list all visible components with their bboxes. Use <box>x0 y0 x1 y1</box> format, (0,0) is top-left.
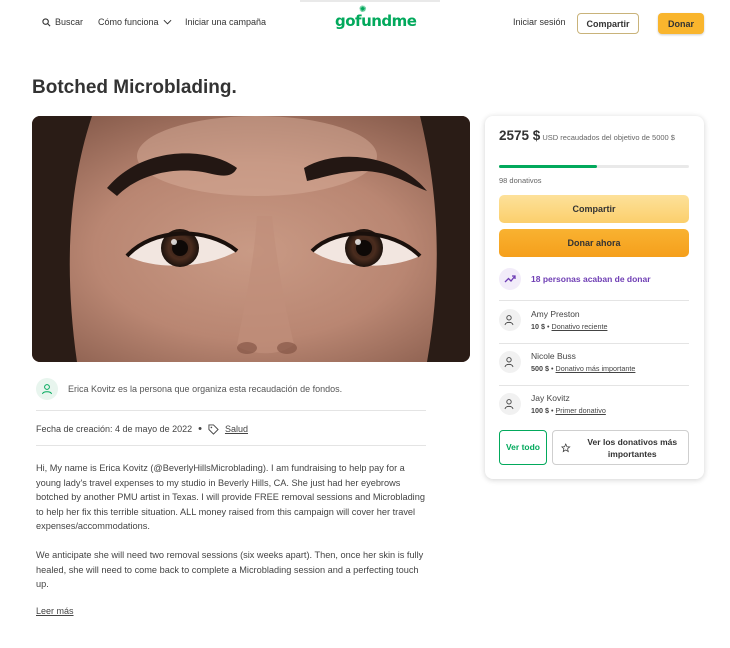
campaign-meta: Fecha de creación: 4 de mayo de 2022 • S… <box>36 423 248 435</box>
trend-badge <box>499 268 521 290</box>
share-button[interactable]: Compartir <box>499 195 689 223</box>
progress-bar <box>499 165 689 168</box>
search-label: Buscar <box>55 17 84 27</box>
user-heart-icon <box>504 399 514 410</box>
donor-avatar <box>499 309 521 331</box>
donor-amount: 10 $ <box>531 322 545 331</box>
goal-text: USD recaudados del objetivo de 5000 $ <box>542 133 675 142</box>
campaign-hero-image[interactable] <box>32 116 470 362</box>
donor-tag: Donativo más importante <box>555 364 636 373</box>
how-it-works-menu[interactable]: Cómo funciona <box>98 17 172 27</box>
organizer-row: Erica Kovitz es la persona que organiza … <box>36 378 342 400</box>
divider <box>499 300 689 301</box>
header-share-button[interactable]: Compartir <box>577 13 639 34</box>
donor-item: Amy Preston 10 $ • Donativo reciente <box>499 309 607 331</box>
recent-donations[interactable]: 18 personas acaban de donar <box>499 268 651 290</box>
header-donate-button[interactable]: Donar <box>658 13 704 34</box>
page-title: Botched Microblading. <box>32 77 237 98</box>
read-more-link[interactable]: Leer más <box>36 606 74 616</box>
tag-icon <box>208 423 219 435</box>
story-paragraph: We anticipate she will need two removal … <box>36 550 424 589</box>
chevron-down-icon <box>163 19 171 25</box>
donations-count: 98 donativos <box>499 176 542 185</box>
divider <box>499 385 689 386</box>
divider <box>36 410 426 411</box>
top-navigation: Buscar Cómo funciona Iniciar una campaña… <box>0 0 730 48</box>
logo-sprout-icon: ✺ <box>359 5 367 15</box>
donor-item: Nicole Buss 500 $ • Donativo más importa… <box>499 351 635 373</box>
donation-card: 2575 $ USD recaudados del objetivo de 50… <box>485 116 704 479</box>
user-heart-icon <box>504 315 514 326</box>
donor-amount: 100 $ <box>531 406 549 415</box>
amount-raised: 2575 $ <box>499 128 541 143</box>
user-icon <box>42 384 52 395</box>
donor-detail: 100 $ • Primer donativo <box>531 406 606 415</box>
donor-item: Jay Kovitz 100 $ • Primer donativo <box>499 393 606 415</box>
campaign-story: Hi, My name is Erica Kovitz (@BeverlyHil… <box>36 461 428 606</box>
donor-tag: Primer donativo <box>555 406 606 415</box>
donor-avatar <box>499 393 521 415</box>
divider <box>499 343 689 344</box>
donor-name: Jay Kovitz <box>531 393 570 403</box>
start-campaign-link[interactable]: Iniciar una campaña <box>185 17 266 27</box>
donor-detail: 10 $ • Donativo reciente <box>531 322 607 331</box>
divider <box>36 445 426 446</box>
see-top-donations-button[interactable]: Ver los donativos más importantes <box>552 430 689 465</box>
login-label: Iniciar sesión <box>513 17 566 27</box>
donor-amount: 500 $ <box>531 364 549 373</box>
organizer-text: Erica Kovitz es la persona que organiza … <box>68 384 343 394</box>
donor-name: Nicole Buss <box>531 351 576 361</box>
donor-detail: 500 $ • Donativo más importante <box>531 364 635 373</box>
donor-avatar <box>499 351 521 373</box>
user-heart-icon <box>504 357 514 368</box>
campaign-photo <box>32 116 470 362</box>
created-date: Fecha de creación: 4 de mayo de 2022 <box>36 424 193 434</box>
donor-name: Amy Preston <box>531 309 580 319</box>
logo-text: gofundme <box>335 12 417 30</box>
story-paragraph: Hi, My name is Erica Kovitz (@BeverlyHil… <box>36 463 425 531</box>
amount-summary: 2575 $ USD recaudados del objetivo de 50… <box>499 128 694 144</box>
category-link[interactable]: Salud <box>225 424 248 434</box>
login-link[interactable]: Iniciar sesión <box>513 17 566 27</box>
organizer-avatar <box>36 378 58 400</box>
how-it-works-label: Cómo funciona <box>98 17 159 27</box>
donor-tag: Donativo reciente <box>551 322 608 331</box>
separator-dot: • <box>198 423 202 435</box>
donate-now-button[interactable]: Donar ahora <box>499 229 689 257</box>
see-top-donations-label: Ver los donativos más importantes <box>587 436 678 459</box>
recent-donations-text: 18 personas acaban de donar <box>531 274 651 284</box>
progress-fill <box>499 165 597 168</box>
gofundme-logo[interactable]: ✺ gofundme <box>335 5 417 30</box>
start-campaign-label: Iniciar una campaña <box>185 17 267 27</box>
trending-up-icon <box>504 275 516 283</box>
search-link[interactable]: Buscar <box>42 17 83 27</box>
see-all-button[interactable]: Ver todo <box>499 430 547 465</box>
star-icon <box>561 442 571 452</box>
header-divider <box>300 0 440 2</box>
search-icon <box>42 17 51 26</box>
